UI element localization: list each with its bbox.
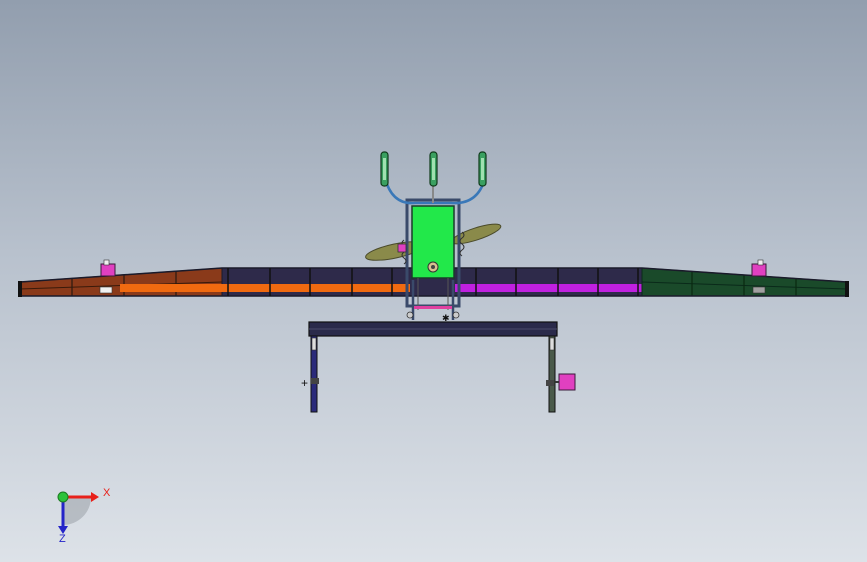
svg-text:+: +: [301, 376, 308, 390]
handle-assembly[interactable]: [380, 151, 487, 205]
left-inner-strip: [120, 284, 410, 292]
chassis[interactable]: +: [301, 321, 576, 413]
left-leg[interactable]: +: [301, 335, 319, 413]
right-leg[interactable]: [546, 335, 576, 413]
orientation-triad: X Z: [57, 487, 111, 545]
center-handle[interactable]: [429, 151, 438, 187]
left-handle[interactable]: [380, 151, 389, 187]
right-nozzle-bracket[interactable]: [751, 259, 767, 294]
cad-viewport[interactable]: ✱ + X Z: [0, 0, 867, 562]
central-cab[interactable]: ✱: [397, 198, 465, 323]
x-axis-label: X: [103, 487, 111, 499]
z-axis-label: Z: [59, 533, 66, 545]
pink-crossbar: [414, 306, 452, 309]
right-leg-motor[interactable]: [558, 373, 576, 391]
right-handle[interactable]: [478, 151, 487, 187]
